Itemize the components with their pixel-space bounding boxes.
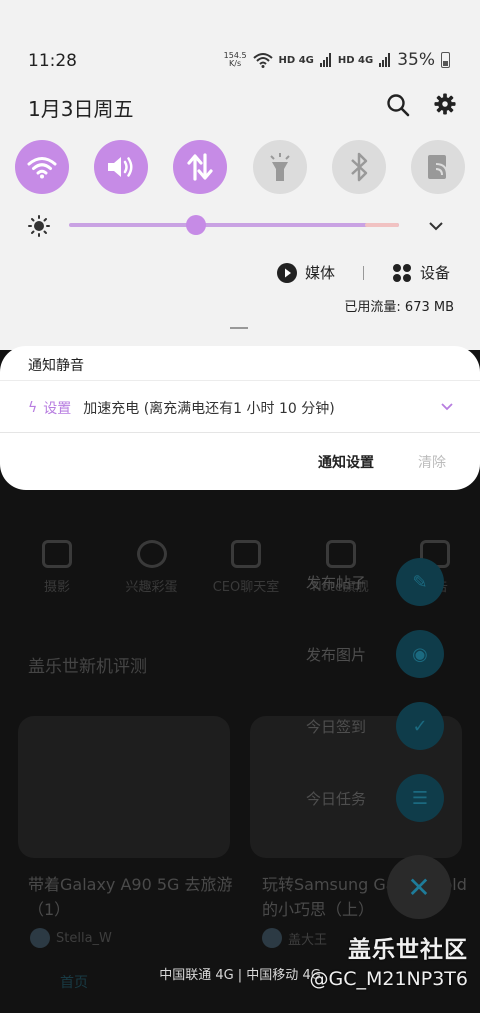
signal-bars-icon [379, 53, 391, 67]
flashlight-icon [269, 153, 290, 181]
status-icons: 154.5 K/s HD 4G HD 4G 35% [224, 50, 450, 70]
camera-icon: ◉ [396, 630, 444, 678]
wifi-status-icon [252, 53, 273, 68]
watermark: 盖乐世社区 @GC_M21NP3T6 [309, 937, 468, 990]
date-label: 1月3日周五 [28, 97, 134, 121]
media-device-row: 媒体 设备 [276, 262, 450, 283]
battery-icon [441, 52, 450, 68]
notification-actions: 通知设置 清除 [318, 452, 446, 472]
divider [0, 432, 480, 433]
wifi-toggle[interactable] [15, 140, 69, 194]
chevron-down-icon[interactable] [440, 402, 454, 412]
gear-icon[interactable] [434, 93, 456, 115]
brightness-thumb[interactable] [186, 215, 206, 235]
notification-card: 通知静音 ϟ 设置 加速充电 (离充满电还有1 小时 10 分钟) 通知设置 清… [0, 346, 480, 490]
notification-message: 加速充电 (离充满电还有1 小时 10 分钟) [83, 401, 335, 417]
list-icon: ☰ [396, 774, 444, 822]
media-button[interactable]: 媒体 [276, 262, 335, 283]
data-arrows-icon [187, 153, 213, 181]
signal-2-label: HD 4G [337, 54, 374, 66]
smart-view-icon [427, 155, 448, 179]
background-card-user: Stella_W [30, 928, 112, 948]
mobile-data-toggle[interactable] [173, 140, 228, 194]
play-icon [276, 262, 297, 283]
check-icon: ✓ [396, 702, 444, 750]
background-section-title: 盖乐世新机评测 [28, 657, 147, 677]
bg-icon-camera: 摄影 [16, 540, 98, 595]
signal-bars-icon [319, 53, 331, 67]
status-time: 11:28 [28, 51, 77, 71]
background-card-title: 带着Galaxy A90 5G 去旅游（1） [28, 875, 233, 919]
avatar [30, 928, 50, 948]
bg-icon-interest: 兴趣彩蛋 [111, 540, 193, 595]
clear-button[interactable]: 清除 [418, 452, 446, 472]
quick-settings-panel: 11:28 154.5 K/s HD 4G HD 4G 35% 1月3日周五 媒… [0, 0, 480, 350]
divider [362, 265, 364, 280]
brightness-icon [28, 215, 50, 237]
background-card-image [18, 716, 230, 858]
sound-toggle[interactable] [94, 140, 149, 194]
media-label: 媒体 [304, 264, 335, 282]
devices-button[interactable]: 设备 [392, 262, 450, 283]
edit-icon: ✎ [396, 558, 444, 606]
brightness-slider-row [28, 212, 448, 238]
chevron-down-icon[interactable] [428, 218, 444, 234]
devices-label: 设备 [419, 264, 450, 282]
notification-app-name: 设置 [43, 401, 72, 417]
network-speed: 154.5 K/s [223, 51, 247, 68]
bg-icon-ceo-chat: CEO聊天室 [205, 540, 287, 595]
screen-mirror-toggle[interactable] [410, 140, 465, 194]
brightness-track-high [365, 223, 399, 227]
data-usage-label: 已用流量: 673 MB [344, 300, 454, 315]
lightning-bolt-icon: ϟ [28, 400, 38, 416]
charging-notification[interactable]: ϟ 设置 加速充电 (离充满电还有1 小时 10 分钟) [28, 398, 335, 418]
brightness-track[interactable] [69, 223, 399, 227]
signal-1-label: HD 4G [278, 54, 314, 66]
battery-percent: 35% [397, 50, 435, 70]
panel-drag-handle[interactable] [230, 327, 248, 329]
notification-settings-button[interactable]: 通知设置 [318, 452, 374, 472]
fab-post: 发布帖子 ✎ [306, 558, 444, 606]
divider [0, 380, 480, 381]
notification-section-title: 通知静音 [28, 358, 84, 374]
bluetooth-toggle[interactable] [331, 140, 386, 194]
fab-image: 发布图片 ◉ [306, 630, 444, 678]
fab-checkin: 今日签到 ✓ [306, 702, 444, 750]
fab-tasks: 今日任务 ☰ [306, 774, 444, 822]
quick-toggle-row [15, 140, 465, 194]
bluetooth-icon [350, 152, 367, 182]
devices-grid-icon [392, 263, 411, 282]
avatar [262, 928, 282, 948]
search-icon[interactable] [386, 93, 410, 117]
close-fab-icon: ✕ [387, 855, 451, 919]
wifi-icon [27, 157, 57, 179]
flashlight-toggle[interactable] [252, 140, 307, 194]
speaker-icon [108, 157, 133, 177]
